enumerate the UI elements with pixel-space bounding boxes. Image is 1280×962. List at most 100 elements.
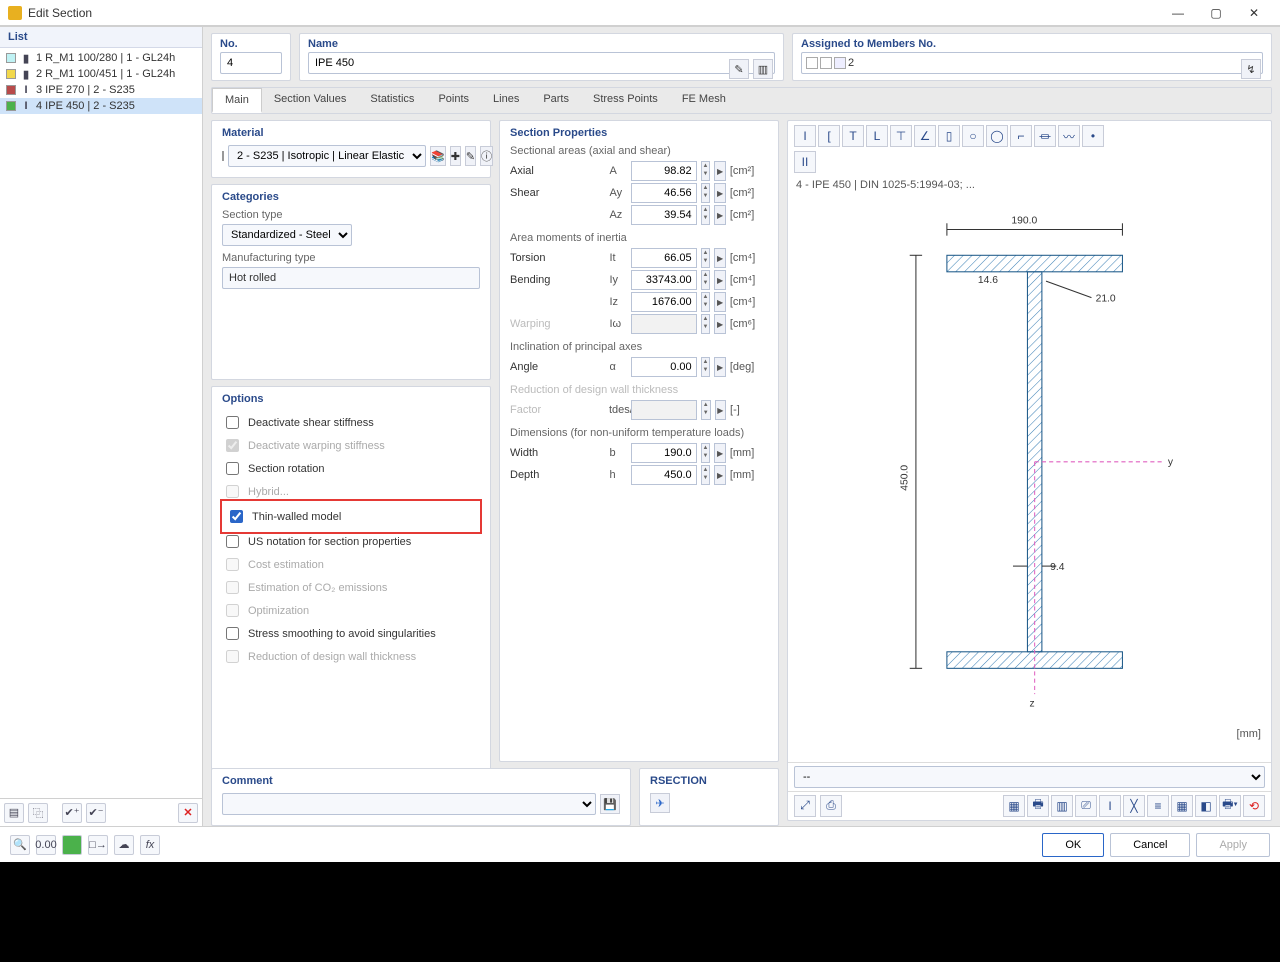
preview-canvas[interactable]: 190.0 450.0 14.6 xyxy=(792,197,1267,758)
list-item[interactable]: ▮ 2 R_M1 100/451 | 1 - GL24h xyxy=(0,66,202,82)
option-estimation-of-co-emissions: Estimation of CO₂ emissions xyxy=(222,576,480,599)
shape-i-icon[interactable]: I xyxy=(794,125,816,147)
edit-name-icon[interactable]: ✎ xyxy=(729,59,749,79)
list-item[interactable]: I 3 IPE 270 | 2 - S235 xyxy=(0,82,202,98)
include-icon[interactable]: ✔⁺ xyxy=(62,803,82,823)
tab-points[interactable]: Points xyxy=(426,88,481,113)
left-toolbar: ▤ ⿻ ✔⁺ ✔⁻ ✕ xyxy=(0,798,202,826)
goto-icon[interactable]: ▶ xyxy=(714,161,726,181)
shape-combined-icon[interactable]: II xyxy=(794,151,816,173)
tab-lines[interactable]: Lines xyxy=(481,88,531,113)
prop-row: Az▲▼▶[cm²] xyxy=(510,204,768,226)
assigned-box: Assigned to Members No. 2 ↯ xyxy=(792,33,1272,81)
shape-rail-icon[interactable]: ⏛ xyxy=(1034,125,1056,147)
shape-angle-icon[interactable]: ∠ xyxy=(914,125,936,147)
goto-icon[interactable]: ▶ xyxy=(714,248,726,268)
shape-rect-icon[interactable]: ▯ xyxy=(938,125,960,147)
list-item[interactable]: ▮ 1 R_M1 100/280 | 1 - GL24h xyxy=(0,50,202,66)
tab-stress-points[interactable]: Stress Points xyxy=(581,88,670,113)
exclude-icon[interactable]: ✔⁻ xyxy=(86,803,106,823)
tab-bar: MainSection ValuesStatisticsPointsLinesP… xyxy=(212,88,1271,113)
goto-icon[interactable]: ▶ xyxy=(715,400,727,420)
fx-icon[interactable]: fx xyxy=(140,835,160,855)
material-select[interactable]: 2 - S235 | Isotropic | Linear Elastic xyxy=(228,145,426,167)
comment-select[interactable] xyxy=(222,793,596,815)
svg-text:14.6: 14.6 xyxy=(978,275,998,286)
option-stress-smoothing-to-avoid-singularities[interactable]: Stress smoothing to avoid singularities xyxy=(222,622,480,645)
option-deactivate-shear-stiffness[interactable]: Deactivate shear stiffness xyxy=(222,411,480,434)
material-lib-icon[interactable]: 📚 xyxy=(430,146,446,166)
cloud-icon[interactable]: ☁ xyxy=(114,835,134,855)
goto-icon[interactable]: ▶ xyxy=(714,270,726,290)
assigned-field[interactable]: 2 xyxy=(801,52,1263,74)
app-icon xyxy=(8,6,22,20)
name-input[interactable] xyxy=(308,52,775,74)
no-input[interactable] xyxy=(220,52,282,74)
section-list[interactable]: ▮ 1 R_M1 100/280 | 1 - GL24h▮ 2 R_M1 100… xyxy=(0,48,202,798)
preview-panel: I [ T L ⊤ ∠ ▯ ○ ◯ ⌐ ⏛ 〰 • II xyxy=(787,120,1272,821)
shape-tr-icon[interactable]: ⊤ xyxy=(890,125,912,147)
comment-store-icon[interactable]: 💾 xyxy=(600,794,620,814)
goto-icon[interactable]: ▶ xyxy=(714,443,726,463)
library-icon[interactable]: ▥ xyxy=(753,59,773,79)
copy-icon[interactable]: ⿻ xyxy=(28,803,48,823)
prop-row: Depthh▲▼▶[mm] xyxy=(510,464,768,486)
goto-icon[interactable]: ▶ xyxy=(714,183,726,203)
tab-parts[interactable]: Parts xyxy=(531,88,581,113)
material-edit-icon[interactable]: ✎ xyxy=(465,146,476,166)
shape-c-icon[interactable]: [ xyxy=(818,125,840,147)
goto-icon[interactable]: ▶ xyxy=(714,205,726,225)
maximize-button[interactable]: ▢ xyxy=(1198,2,1234,24)
new-icon[interactable]: ▤ xyxy=(4,803,24,823)
shape-wave-icon[interactable]: 〰 xyxy=(1058,125,1080,147)
goto-icon[interactable]: ▶ xyxy=(714,465,726,485)
help-icon[interactable]: 🔍 xyxy=(10,835,30,855)
shape-t-icon[interactable]: T xyxy=(842,125,864,147)
tab-main[interactable]: Main xyxy=(212,88,262,113)
preview-toolbar: I [ T L ⊤ ∠ ▯ ○ ◯ ⌐ ⏛ 〰 • II xyxy=(788,121,1271,177)
apply-button[interactable]: Apply xyxy=(1196,833,1270,857)
tab-section-values[interactable]: Section Values xyxy=(262,88,359,113)
material-info-icon[interactable]: ⓘ xyxy=(480,146,493,166)
goto-icon[interactable]: ▶ xyxy=(714,314,726,334)
ok-button[interactable]: OK xyxy=(1042,833,1104,857)
shape-l-icon[interactable]: L xyxy=(866,125,888,147)
shape-ring-icon[interactable]: ◯ xyxy=(986,125,1008,147)
close-button[interactable]: ✕ xyxy=(1236,2,1272,24)
section-properties: Section Properties Sectional areas (axia… xyxy=(499,120,779,762)
prop-row: Iz▲▼▶[cm⁴] xyxy=(510,291,768,313)
svg-text:y: y xyxy=(1168,457,1174,468)
list-item[interactable]: I 4 IPE 450 | 2 - S235 xyxy=(0,98,202,114)
svg-text:21.0: 21.0 xyxy=(1096,294,1116,305)
shape-dot-icon[interactable]: • xyxy=(1082,125,1104,147)
categories-section: Categories Section type Standardized - S… xyxy=(211,184,491,380)
material-swatch xyxy=(222,151,224,161)
tree-icon[interactable]: □→ xyxy=(88,835,108,855)
option-thin-walled-model[interactable]: Thin-walled model xyxy=(226,505,476,528)
option-reduction-of-design-wall-thickness: Reduction of design wall thickness xyxy=(222,645,480,668)
tab-statistics[interactable]: Statistics xyxy=(358,88,426,113)
option-deactivate-warping-stiffness: Deactivate warping stiffness xyxy=(222,434,480,457)
shape-circle-icon[interactable]: ○ xyxy=(962,125,984,147)
cancel-button[interactable]: Cancel xyxy=(1110,833,1190,857)
color-icon[interactable] xyxy=(62,835,82,855)
minimize-button[interactable]: — xyxy=(1160,2,1196,24)
rsection-open-icon[interactable]: ✈ xyxy=(650,793,670,813)
goto-icon[interactable]: ▶ xyxy=(714,357,726,377)
svg-text:190.0: 190.0 xyxy=(1011,215,1037,226)
shape-z-icon[interactable]: ⌐ xyxy=(1010,125,1032,147)
no-box: No. xyxy=(211,33,291,81)
option-section-rotation[interactable]: Section rotation xyxy=(222,457,480,480)
goto-icon[interactable]: ▶ xyxy=(714,292,726,312)
material-new-icon[interactable]: ✚ xyxy=(450,146,461,166)
tab-fe-mesh[interactable]: FE Mesh xyxy=(670,88,738,113)
rsection-section: RSECTION ✈ xyxy=(639,768,779,826)
unit-label: [mm] xyxy=(1237,728,1261,740)
options-section: Options Deactivate shear stiffnessDeacti… xyxy=(211,386,491,789)
pick-icon[interactable]: ↯ xyxy=(1241,59,1261,79)
units-icon[interactable]: 0.00 xyxy=(36,835,56,855)
prop-row: WarpingIω▲▼▶[cm⁶] xyxy=(510,313,768,335)
section-type-select[interactable]: Standardized - Steel xyxy=(222,224,352,246)
prop-row: Angleα▲▼▶[deg] xyxy=(510,356,768,378)
delete-icon[interactable]: ✕ xyxy=(178,803,198,823)
